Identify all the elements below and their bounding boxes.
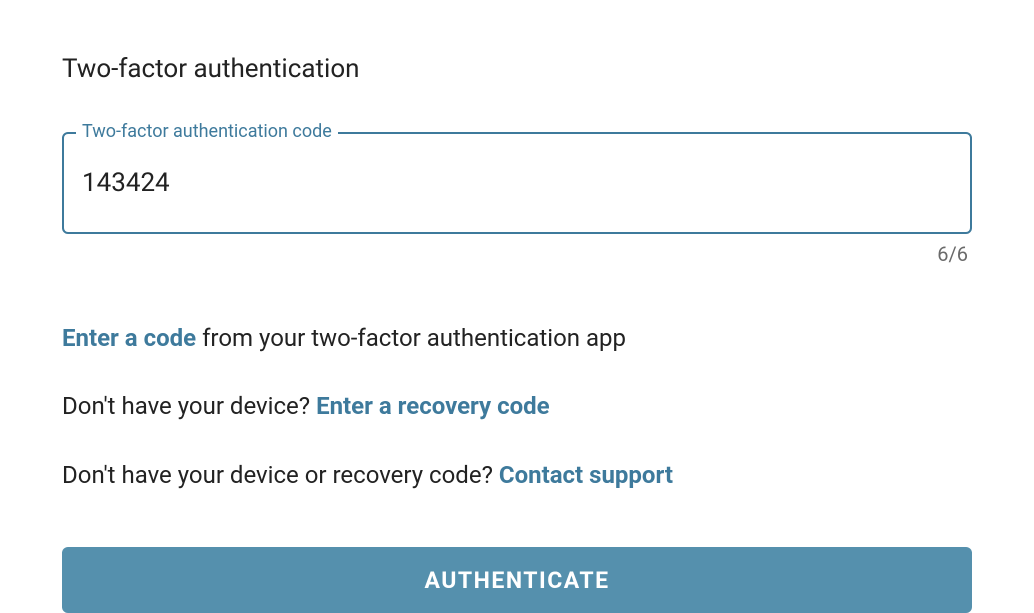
two-factor-code-input[interactable]: [62, 132, 972, 234]
enter-code-lead: Enter a code: [62, 324, 196, 352]
enter-code-help: Enter a code from your two-factor authen…: [62, 322, 972, 354]
contact-support-link[interactable]: Contact support: [499, 461, 673, 489]
char-count: 6/6: [62, 242, 972, 266]
code-input-label: Two-factor authentication code: [76, 121, 338, 142]
recovery-code-link[interactable]: Enter a recovery code: [316, 392, 550, 420]
authenticate-button[interactable]: AUTHENTICATE: [62, 547, 972, 613]
page-title: Two-factor authentication: [62, 54, 972, 84]
recovery-code-prefix: Don't have your device?: [62, 392, 316, 420]
code-input-wrapper: Two-factor authentication code: [62, 132, 972, 234]
contact-support-prefix: Don't have your device or recovery code?: [62, 461, 499, 489]
enter-code-rest: from your two-factor authentication app: [196, 324, 626, 352]
contact-support-help: Don't have your device or recovery code?…: [62, 459, 972, 491]
recovery-code-help: Don't have your device? Enter a recovery…: [62, 390, 972, 422]
